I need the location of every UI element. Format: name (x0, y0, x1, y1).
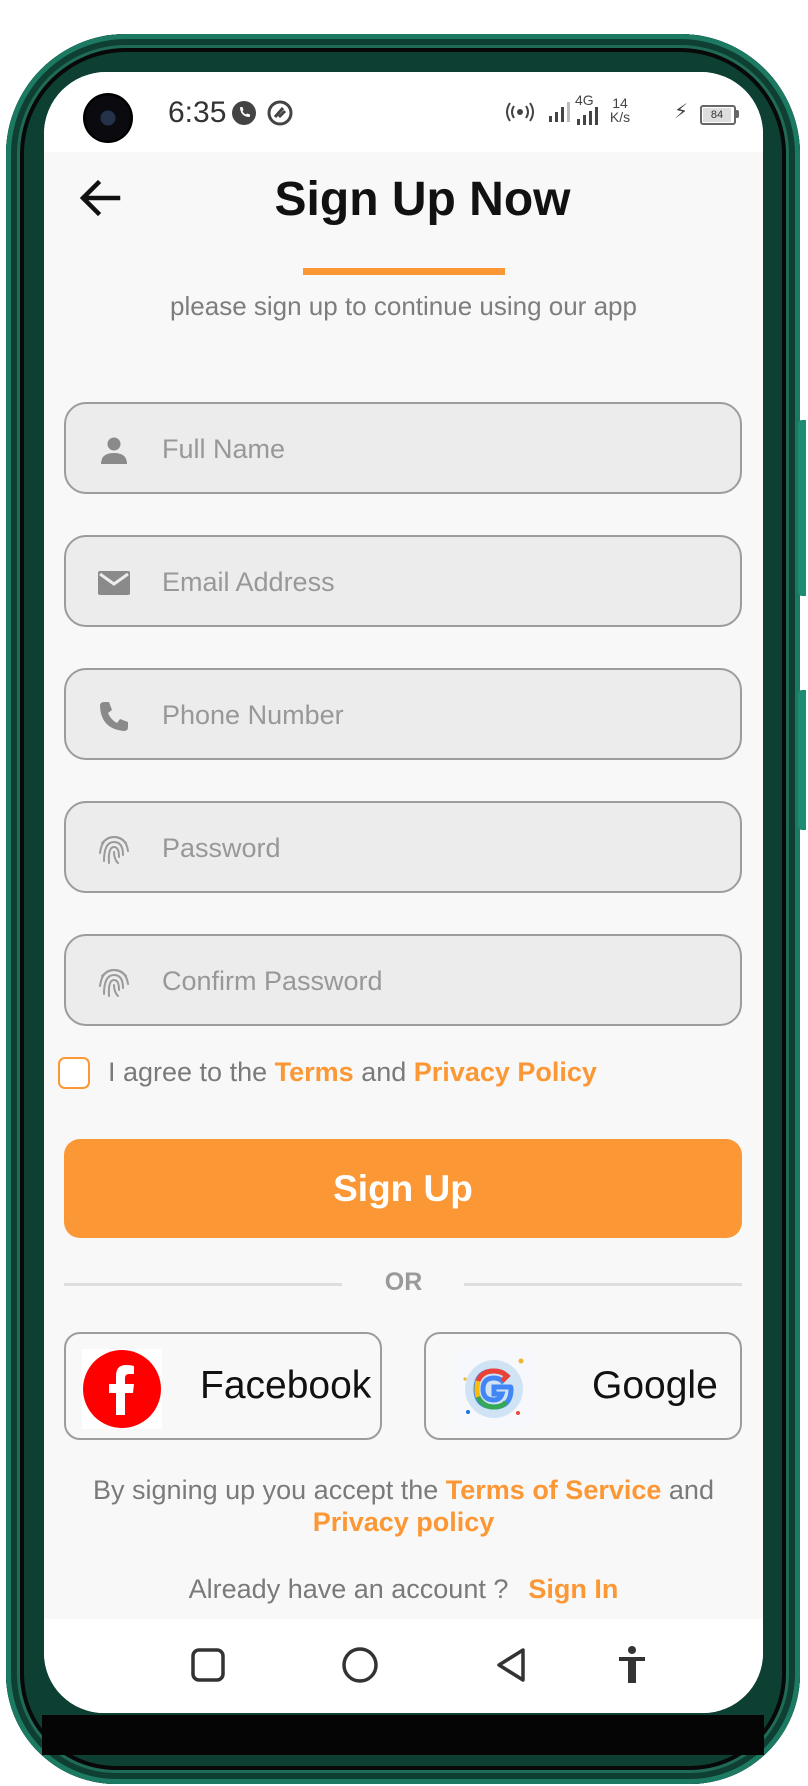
email-field[interactable] (64, 535, 742, 627)
power-button (798, 690, 806, 830)
signal-icon (547, 100, 571, 129)
full-name-field[interactable] (64, 402, 742, 494)
sync-icon (266, 99, 294, 132)
agree-checkbox[interactable] (58, 1057, 90, 1089)
privacy-policy-footer-link[interactable]: Privacy policy (313, 1507, 495, 1537)
circle-icon[interactable] (338, 1643, 382, 1687)
confirm-password-field[interactable] (64, 934, 742, 1026)
terms-note-prefix: By signing up you accept the (93, 1475, 439, 1505)
phone-input[interactable] (160, 670, 730, 760)
terms-note: By signing up you accept the Terms of Se… (44, 1474, 763, 1538)
phone-icon (96, 698, 132, 734)
terms-link[interactable]: Terms (275, 1057, 354, 1087)
hotspot-icon (505, 100, 535, 129)
charging-icon: ⚡ (674, 101, 689, 123)
triangle-back-icon[interactable] (490, 1643, 534, 1687)
facebook-button[interactable]: Facebook (64, 1332, 382, 1440)
divider-right (464, 1283, 742, 1286)
fingerprint-icon (96, 964, 132, 1000)
speed-value: 14 (612, 95, 628, 111)
speed-unit: K/s (609, 109, 631, 125)
square-icon[interactable] (186, 1643, 230, 1687)
terms-of-service-link[interactable]: Terms of Service (446, 1475, 662, 1505)
whatsapp-icon (230, 99, 258, 132)
privacy-policy-link[interactable]: Privacy Policy (414, 1057, 597, 1087)
terms-note-and: and (668, 1475, 714, 1505)
network-type: 4G (575, 92, 594, 108)
phone-bezel-bottom (42, 1715, 764, 1755)
confirm-password-input[interactable] (160, 936, 730, 1026)
sign-in-row: Already have an account ? Sign In (44, 1574, 763, 1605)
already-have-account-text: Already have an account ? (188, 1574, 509, 1604)
agree-and: and (361, 1057, 407, 1087)
agree-text: I agree to the Terms and Privacy Policy (108, 1057, 597, 1088)
password-input[interactable] (160, 803, 730, 893)
navigation-bar (44, 1619, 763, 1713)
sign-in-link[interactable]: Sign In (528, 1574, 618, 1604)
volume-button (798, 420, 806, 596)
front-camera (83, 93, 133, 143)
title-underline (303, 268, 505, 275)
sign-up-button[interactable]: Sign Up (64, 1139, 742, 1238)
screen: 6:35 4G 14 K/s ⚡ 84 Sign Up Now please s… (44, 72, 763, 1713)
network-speed: 14 K/s (605, 96, 635, 124)
battery-tip (736, 110, 739, 118)
email-input[interactable] (160, 537, 730, 627)
facebook-label: Facebook (200, 1364, 372, 1407)
page-subtitle: please sign up to continue using our app (170, 291, 637, 321)
status-time: 6:35 (168, 96, 227, 129)
mail-icon (96, 565, 132, 601)
battery-level: 84 (703, 108, 731, 122)
google-button[interactable]: Google (424, 1332, 742, 1440)
agree-row: I agree to the Terms and Privacy Policy (58, 1055, 748, 1095)
full-name-input[interactable] (160, 404, 730, 494)
facebook-logo-icon (82, 1349, 162, 1429)
accessibility-icon[interactable] (610, 1643, 654, 1687)
agree-prefix: I agree to the (108, 1057, 268, 1087)
status-bar: 6:35 4G 14 K/s ⚡ 84 (44, 72, 763, 152)
password-field[interactable] (64, 801, 742, 893)
google-label: Google (592, 1364, 718, 1407)
signal-icon-2 (575, 107, 599, 130)
page-title: Sign Up Now (274, 173, 571, 226)
google-logo-icon (454, 1349, 534, 1429)
phone-field[interactable] (64, 668, 742, 760)
battery-icon: 84 (700, 105, 736, 125)
fingerprint-icon (96, 831, 132, 867)
person-icon (96, 432, 132, 468)
